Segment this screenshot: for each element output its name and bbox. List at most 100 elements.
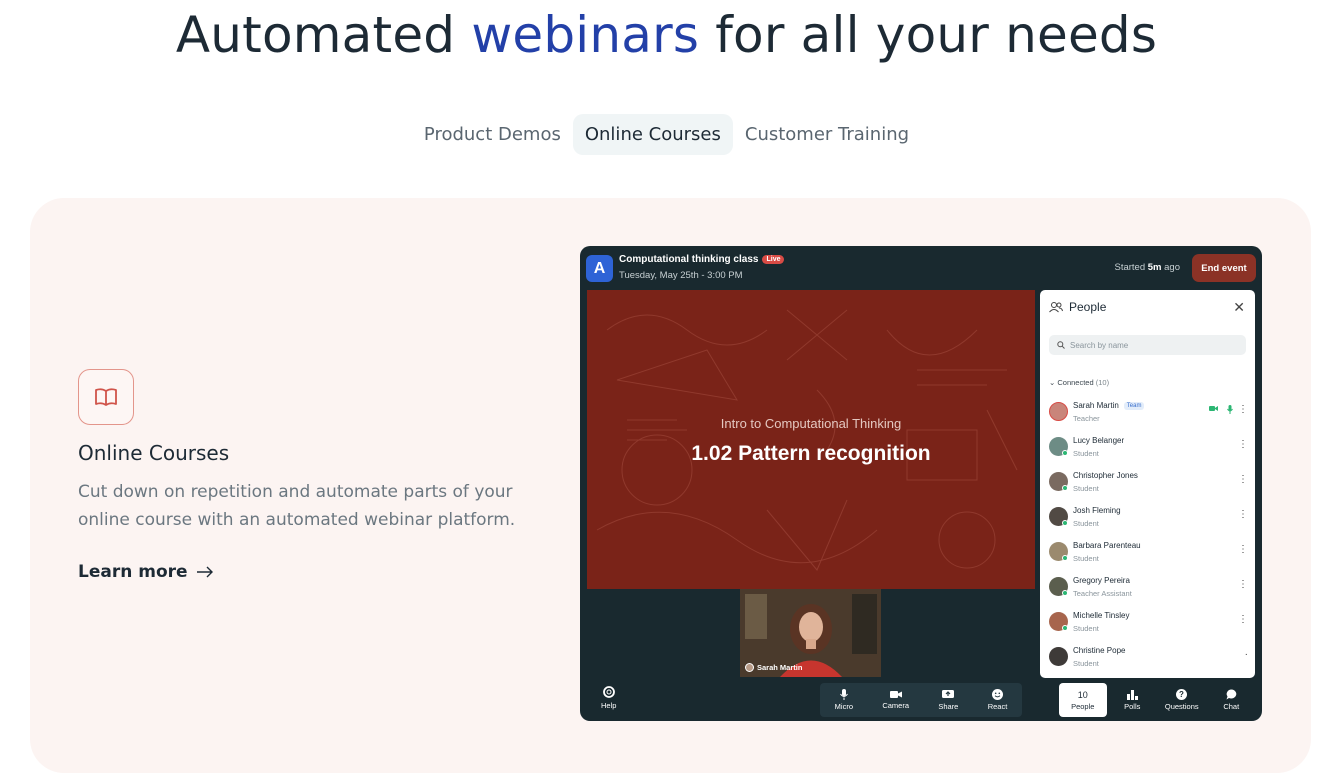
online-indicator bbox=[1062, 555, 1068, 561]
started-value: 5m bbox=[1147, 262, 1162, 273]
person-role: Student bbox=[1073, 624, 1099, 633]
connected-count: (10) bbox=[1095, 378, 1110, 387]
people-count: 10 bbox=[1077, 689, 1088, 700]
react-label: React bbox=[987, 702, 1008, 711]
list-item[interactable]: Barbara Parenteau Student ⋮ bbox=[1049, 538, 1249, 568]
person-name-text: Sarah Martin bbox=[1073, 401, 1119, 410]
started-prefix: Started bbox=[1114, 262, 1148, 273]
panel-controls: 10 People Polls ? Questions Chat bbox=[1058, 683, 1256, 717]
chalkboard-doodles bbox=[596, 309, 1018, 571]
person-name: Josh Fleming bbox=[1073, 506, 1121, 515]
more-options-icon[interactable]: ⋮ bbox=[1238, 614, 1248, 625]
more-options-icon[interactable]: ⋮ bbox=[1238, 404, 1248, 415]
media-controls: Micro Camera Share React bbox=[820, 683, 1022, 717]
person-role: Student bbox=[1073, 519, 1099, 528]
chat-bubble-icon bbox=[1226, 689, 1237, 700]
page-headline: Automated webinars for all your needs bbox=[0, 6, 1333, 64]
online-indicator bbox=[1062, 450, 1068, 456]
microphone-icon bbox=[1227, 405, 1233, 414]
list-item[interactable]: Christopher Jones Student ⋮ bbox=[1049, 468, 1249, 498]
team-badge: Team bbox=[1123, 401, 1145, 410]
list-item[interactable]: Josh Fleming Student ⋮ bbox=[1049, 503, 1249, 533]
avatar bbox=[1049, 647, 1068, 666]
share-screen-icon bbox=[942, 689, 955, 698]
more-options-icon[interactable]: ⋮ bbox=[1238, 474, 1248, 485]
list-item[interactable]: Christine Pope Student · bbox=[1049, 643, 1249, 673]
tab-product-demos[interactable]: Product Demos bbox=[412, 114, 573, 155]
online-indicator bbox=[1062, 625, 1068, 631]
avatar bbox=[1049, 402, 1068, 421]
people-tab-button[interactable]: 10 People bbox=[1058, 683, 1107, 717]
person-role: Teacher Assistant bbox=[1073, 589, 1132, 598]
feature-title: Online Courses bbox=[78, 441, 230, 465]
event-title: Computational thinking class Live bbox=[619, 254, 785, 265]
camera-icon bbox=[889, 691, 902, 698]
tab-online-courses[interactable]: Online Courses bbox=[572, 114, 733, 155]
connected-section-label: ⌄ Connected (10) bbox=[1049, 378, 1110, 387]
help-label: Help bbox=[601, 701, 617, 710]
online-indicator bbox=[1062, 520, 1068, 526]
person-name: Gregory Pereira bbox=[1073, 576, 1130, 585]
section-label: Connected bbox=[1057, 378, 1094, 387]
book-icon bbox=[78, 369, 134, 425]
people-tab-label: People bbox=[1071, 701, 1095, 711]
presentation-slide: Intro to Computational Thinking 1.02 Pat… bbox=[587, 290, 1035, 589]
slide-subtitle: Intro to Computational Thinking bbox=[720, 416, 902, 431]
tab-customer-training[interactable]: Customer Training bbox=[733, 114, 921, 155]
list-item[interactable]: Gregory Pereira Teacher Assistant ⋮ bbox=[1049, 573, 1249, 603]
chat-button[interactable]: Chat bbox=[1207, 683, 1255, 717]
people-panel: People ✕ ⌄ Connected (10) Sarah Martin Te… bbox=[1040, 290, 1255, 678]
more-options-icon[interactable]: ⋮ bbox=[1238, 509, 1248, 520]
learn-more-label: Learn more bbox=[78, 562, 188, 582]
polls-button[interactable]: Polls bbox=[1108, 683, 1156, 717]
more-options-icon[interactable]: ⋮ bbox=[1238, 544, 1248, 555]
close-icon[interactable]: ✕ bbox=[1233, 299, 1245, 316]
online-indicator bbox=[1062, 485, 1068, 491]
camera-icon bbox=[1209, 406, 1218, 411]
chat-label: Chat bbox=[1223, 702, 1240, 711]
person-role: Teacher bbox=[1073, 414, 1100, 423]
people-panel-header: People bbox=[1049, 300, 1106, 314]
presenter-avatar bbox=[745, 663, 754, 672]
list-item[interactable]: Lucy Belanger Student ⋮ bbox=[1049, 433, 1249, 463]
share-label: Share bbox=[938, 701, 959, 711]
list-item[interactable]: Sarah Martin Team Teacher ⋮ bbox=[1049, 398, 1249, 428]
live-badge: Live bbox=[762, 255, 785, 264]
camera-button[interactable]: Camera bbox=[882, 690, 909, 710]
questions-label: Questions bbox=[1164, 702, 1199, 711]
questions-button[interactable]: ? Questions bbox=[1158, 683, 1206, 717]
use-case-tabs: Product Demos Online Courses Customer Tr… bbox=[0, 114, 1333, 155]
person-name: Sarah Martin Team bbox=[1073, 401, 1145, 410]
bar-chart-icon bbox=[1126, 689, 1138, 700]
people-search bbox=[1049, 335, 1246, 355]
feature-description: Cut down on repetition and automate part… bbox=[78, 482, 516, 530]
app-logo: A bbox=[586, 255, 613, 282]
micro-button[interactable]: Micro bbox=[835, 689, 853, 711]
person-role: Student bbox=[1073, 484, 1099, 493]
webinar-app-preview: A Computational thinking class Live Tues… bbox=[580, 246, 1262, 721]
search-icon bbox=[1057, 341, 1065, 349]
learn-more-link[interactable]: Learn more bbox=[78, 562, 214, 582]
end-event-button[interactable]: End event bbox=[1192, 254, 1256, 282]
more-options-icon[interactable]: ⋮ bbox=[1238, 439, 1248, 450]
person-name: Michelle Tinsley bbox=[1073, 611, 1130, 620]
presenter-label: Sarah Martin bbox=[745, 663, 802, 672]
list-item[interactable]: Michelle Tinsley Student ⋮ bbox=[1049, 608, 1249, 638]
help-button[interactable]: Help bbox=[601, 686, 616, 710]
lifebuoy-icon bbox=[602, 686, 615, 698]
person-role: Student bbox=[1073, 659, 1099, 668]
person-role: Student bbox=[1073, 449, 1099, 458]
person-name: Christopher Jones bbox=[1073, 471, 1138, 480]
more-options-icon[interactable]: ⋮ bbox=[1238, 579, 1248, 590]
smiley-icon bbox=[991, 689, 1003, 700]
feature-card: Online Courses Cut down on repetition an… bbox=[30, 198, 1311, 773]
microphone-icon bbox=[839, 689, 848, 700]
question-icon: ? bbox=[1176, 689, 1188, 700]
share-button[interactable]: Share bbox=[938, 689, 959, 711]
event-date: Tuesday, May 25th - 3:00 PM bbox=[619, 270, 743, 281]
headline-start: Automated bbox=[175, 6, 472, 64]
people-search-input[interactable] bbox=[1070, 340, 1240, 350]
presenter-video: Sarah Martin bbox=[740, 589, 881, 677]
react-button[interactable]: React bbox=[987, 689, 1008, 711]
more-options-icon[interactable]: · bbox=[1245, 649, 1249, 660]
